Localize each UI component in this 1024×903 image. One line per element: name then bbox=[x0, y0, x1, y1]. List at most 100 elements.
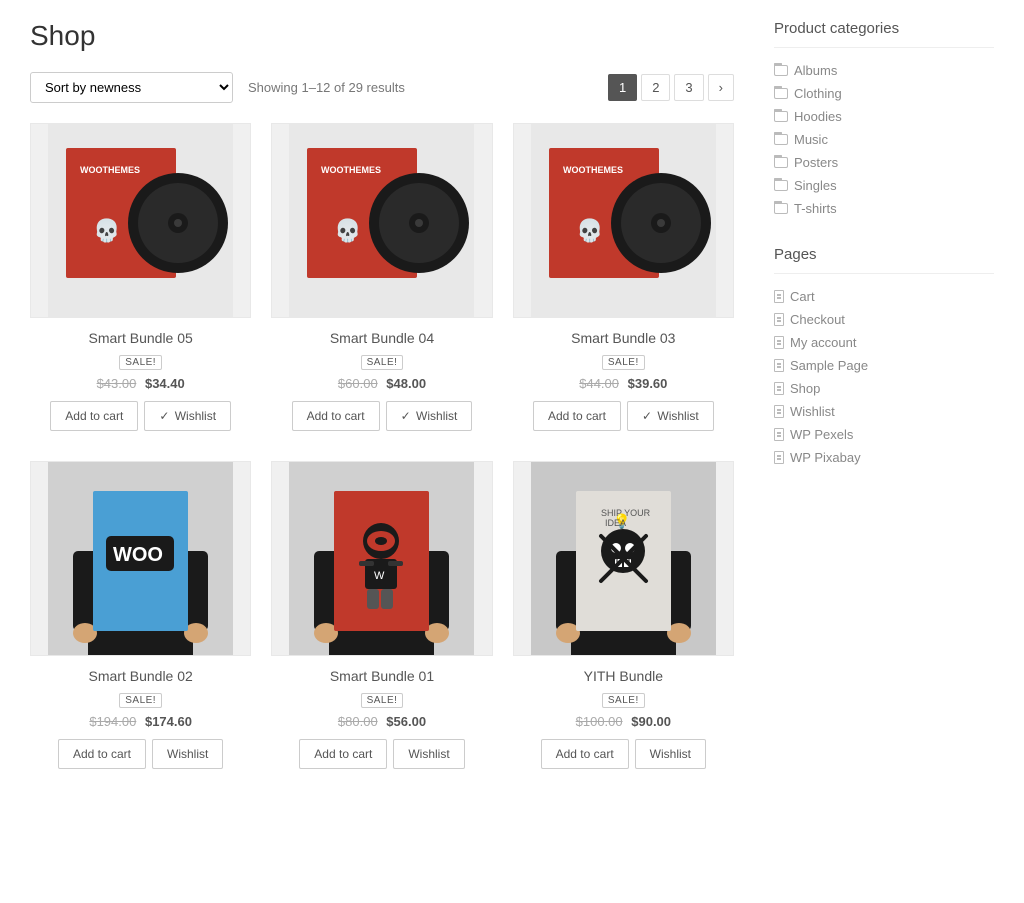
products-grid: WOOTHEMES 💀 Smart Bundle 05 SALE! $43.00… bbox=[30, 123, 734, 779]
card-actions: Add to cart Wishlist bbox=[271, 739, 492, 769]
sidebar-item-singles[interactable]: Singles bbox=[774, 178, 994, 193]
add-to-cart-button[interactable]: Add to cart bbox=[541, 739, 629, 769]
page-label: Shop bbox=[790, 381, 820, 396]
sidebar-item-myaccount[interactable]: My account bbox=[774, 335, 994, 350]
wishlist-button[interactable]: ✓ Wishlist bbox=[627, 401, 714, 431]
old-price: $44.00 bbox=[579, 376, 619, 391]
sidebar-item-music[interactable]: Music bbox=[774, 132, 994, 147]
card-actions: Add to cart ✓ Wishlist bbox=[513, 401, 734, 431]
folder-icon bbox=[774, 88, 788, 99]
folder-icon bbox=[774, 134, 788, 145]
sale-badge: SALE! bbox=[119, 355, 162, 370]
page-icon bbox=[774, 359, 784, 372]
price-wrap: $194.00 $174.60 bbox=[30, 714, 251, 729]
wishlist-button[interactable]: Wishlist bbox=[635, 739, 706, 769]
product-card: WOOTHEMES 💀 Smart Bundle 04 SALE! $60.00… bbox=[271, 123, 492, 441]
page-icon bbox=[774, 382, 784, 395]
product-image[interactable]: WOOTHEMES 💀 bbox=[30, 123, 251, 318]
product-image[interactable]: WOO bbox=[30, 461, 251, 656]
wishlist-button[interactable]: ✓ Wishlist bbox=[144, 401, 231, 431]
add-to-cart-button[interactable]: Add to cart bbox=[292, 401, 380, 431]
list-item: Music bbox=[774, 132, 994, 147]
category-label: Clothing bbox=[794, 86, 842, 101]
product-name: Smart Bundle 01 bbox=[271, 668, 492, 684]
product-image[interactable]: 💡 SHIP YOUR IDEA bbox=[513, 461, 734, 656]
results-text: Showing 1–12 of 29 results bbox=[248, 80, 405, 95]
page-btn-2[interactable]: 2 bbox=[641, 74, 670, 101]
page-label: Checkout bbox=[790, 312, 845, 327]
sidebar-item-wppexels[interactable]: WP Pexels bbox=[774, 427, 994, 442]
list-item: WP Pixabay bbox=[774, 450, 994, 465]
page-label: WP Pexels bbox=[790, 427, 853, 442]
product-image[interactable]: WOOTHEMES 💀 bbox=[513, 123, 734, 318]
product-image[interactable]: W bbox=[271, 461, 492, 656]
sidebar-item-tshirts[interactable]: T-shirts bbox=[774, 201, 994, 216]
product-card: WOO Smart Bundle 02 SALE! $194.00 $174.6… bbox=[30, 461, 251, 779]
category-label: Posters bbox=[794, 155, 838, 170]
sidebar-item-posters[interactable]: Posters bbox=[774, 155, 994, 170]
add-to-cart-button[interactable]: Add to cart bbox=[533, 401, 621, 431]
wishlist-button[interactable]: Wishlist bbox=[152, 739, 223, 769]
folder-icon bbox=[774, 157, 788, 168]
folder-icon bbox=[774, 203, 788, 214]
list-item: Clothing bbox=[774, 86, 994, 101]
old-price: $60.00 bbox=[338, 376, 378, 391]
product-card: 💡 SHIP YOUR IDEA YITH Bundle SALE! $100.… bbox=[513, 461, 734, 779]
sidebar-item-wppixabay[interactable]: WP Pixabay bbox=[774, 450, 994, 465]
sale-badge: SALE! bbox=[602, 355, 645, 370]
page-btn-3[interactable]: 3 bbox=[674, 74, 703, 101]
sidebar-item-clothing[interactable]: Clothing bbox=[774, 86, 994, 101]
page-icon bbox=[774, 336, 784, 349]
toolbar: Sort by newness Sort by price: low to hi… bbox=[30, 72, 734, 103]
wishlist-button[interactable]: ✓ Wishlist bbox=[386, 401, 473, 431]
sidebar-item-hoodies[interactable]: Hoodies bbox=[774, 109, 994, 124]
page-icon bbox=[774, 313, 784, 326]
new-price: $39.60 bbox=[628, 376, 668, 391]
new-price: $90.00 bbox=[631, 714, 671, 729]
price-wrap: $80.00 $56.00 bbox=[271, 714, 492, 729]
old-price: $194.00 bbox=[89, 714, 136, 729]
add-to-cart-button[interactable]: Add to cart bbox=[50, 401, 138, 431]
svg-text:💀: 💀 bbox=[576, 218, 603, 243]
categories-title: Product categories bbox=[774, 20, 994, 48]
page-title: Shop bbox=[30, 20, 734, 52]
add-to-cart-button[interactable]: Add to cart bbox=[299, 739, 387, 769]
category-label: Albums bbox=[794, 63, 837, 78]
list-item: Hoodies bbox=[774, 109, 994, 124]
page-label: WP Pixabay bbox=[790, 450, 861, 465]
wishlist-button[interactable]: Wishlist bbox=[393, 739, 464, 769]
pages-title: Pages bbox=[774, 246, 994, 274]
page-label: Cart bbox=[790, 289, 815, 304]
new-price: $56.00 bbox=[386, 714, 426, 729]
page-btn-1[interactable]: 1 bbox=[608, 74, 637, 101]
sidebar-item-shop[interactable]: Shop bbox=[774, 381, 994, 396]
list-item: Shop bbox=[774, 381, 994, 396]
product-image[interactable]: WOOTHEMES 💀 bbox=[271, 123, 492, 318]
add-to-cart-button[interactable]: Add to cart bbox=[58, 739, 146, 769]
pages-list: Cart Checkout My account bbox=[774, 289, 994, 465]
sidebar-item-checkout[interactable]: Checkout bbox=[774, 312, 994, 327]
category-label: T-shirts bbox=[794, 201, 837, 216]
sort-select[interactable]: Sort by newness Sort by price: low to hi… bbox=[30, 72, 233, 103]
old-price: $43.00 bbox=[97, 376, 137, 391]
sidebar-item-albums[interactable]: Albums bbox=[774, 63, 994, 78]
category-label: Hoodies bbox=[794, 109, 842, 124]
price-wrap: $43.00 $34.40 bbox=[30, 376, 251, 391]
sidebar-item-cart[interactable]: Cart bbox=[774, 289, 994, 304]
categories-section: Product categories Albums Clothing bbox=[774, 20, 994, 216]
card-actions: Add to cart ✓ Wishlist bbox=[30, 401, 251, 431]
new-price: $34.40 bbox=[145, 376, 185, 391]
list-item: Posters bbox=[774, 155, 994, 170]
page-icon bbox=[774, 451, 784, 464]
product-card: W Smart Bundle 01 SALE! $80.00 $56.00 Ad… bbox=[271, 461, 492, 779]
svg-text:WOOTHEMES: WOOTHEMES bbox=[321, 165, 381, 175]
page-next-btn[interactable]: › bbox=[708, 74, 734, 101]
svg-text:SHIP YOUR: SHIP YOUR bbox=[601, 508, 651, 518]
svg-text:💀: 💀 bbox=[334, 218, 361, 243]
sidebar-item-wishlist[interactable]: Wishlist bbox=[774, 404, 994, 419]
list-item: Singles bbox=[774, 178, 994, 193]
sidebar-item-samplepage[interactable]: Sample Page bbox=[774, 358, 994, 373]
svg-text:WOOTHEMES: WOOTHEMES bbox=[80, 165, 140, 175]
price-wrap: $100.00 $90.00 bbox=[513, 714, 734, 729]
folder-icon bbox=[774, 180, 788, 191]
